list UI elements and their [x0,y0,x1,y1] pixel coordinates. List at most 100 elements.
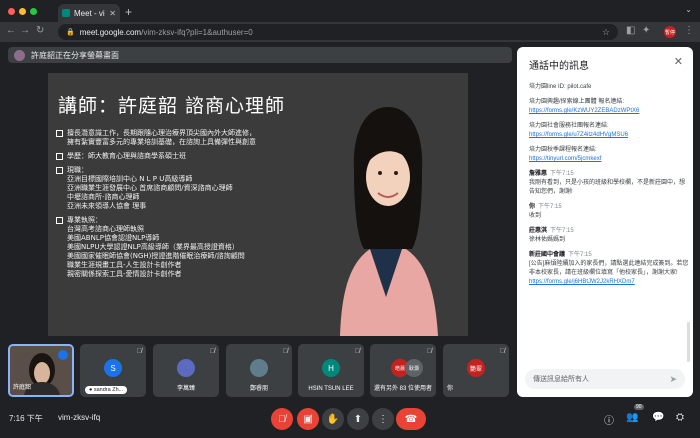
slide-bullet-list: 擅長潛意識工作，長期跟隨心理治療界頂尖國內外大師進修， 擁有紮實豐富多元的專業培訓… [56,129,321,284]
camera-off-button[interactable]: ▣̸ [297,408,319,430]
participant-name: HSIN TSUN LEE [308,386,354,392]
tab-search-icon[interactable]: ⌄ [685,5,692,14]
participant-tile-you[interactable]: 🎙̸ 艷翠 你 [443,344,509,397]
message-text: 培力園社會服務社團報名連結: [529,123,609,129]
message-time: 下午7:15 [550,228,574,234]
slide-bullet: 專業執照： 台灣高考諮商心理師執照 美國ABNLP協會認證NLP導師 美國NLPU… [56,216,321,279]
bookmark-star-icon[interactable]: ☆ [602,27,610,38]
maximize-window-button[interactable] [30,8,37,15]
message-text: 徐林佑媽媽到 [529,237,566,243]
speaking-indicator-icon [58,350,68,360]
browser-toolbar: ← → ↻ 🔒 meet.google.com /vim-zksv-ifq?pl… [0,22,700,42]
participant-tile[interactable]: 🎙̸ S ● sandra Zh... [80,344,146,397]
participant-name: 許庭韶 [13,385,32,391]
mic-off-icon: 🎙̸ [136,348,142,355]
bullet-text: 現職： [67,166,88,174]
send-icon[interactable]: ➤ [669,374,677,385]
message-sender: 詹雅惠 [529,171,548,177]
others-count-label: 還有另外 83 位使用者 [373,386,432,392]
browser-tab-bar: Meet - vim-zksv-ifq ✕ + ⌄ [0,0,700,22]
reload-icon[interactable]: ↻ [36,25,44,36]
extensions-puzzle-icon[interactable]: ✦ [642,25,650,36]
activities-icon[interactable]: ⛭ [676,412,684,423]
browser-tab[interactable]: Meet - vim-zksv-ifq ✕ [58,4,120,22]
mic-off-button[interactable]: 🎙̸ [271,408,293,430]
participant-count-badge: 90 [634,404,644,410]
message-link[interactable]: https://forms.gle/KzWUY2ZEBADzWPtX6 [529,107,689,116]
presenting-banner: 許庭韶正在分享螢幕畫面 [8,47,512,63]
present-now-button[interactable]: ⬆ [347,408,369,430]
mic-off-icon: 🎙̸ [426,348,432,355]
chat-message: 培力園興趣/探索線上團體 報名連結: https://forms.gle/KzWU… [529,98,689,116]
others-tile[interactable]: 🎙̸ 皓晨 耿灝 還有另外 83 位使用者 [370,344,436,397]
current-time: 7:16 下午 [9,414,43,423]
bullet-box-icon [56,130,63,137]
slide-bullet: 學歷：師大教育心理與諮商學系碩士班 [56,152,321,161]
more-options-button[interactable]: ⋮ [372,408,394,430]
participant-tile[interactable]: 🎙̸ 鄭睿朋 [226,344,292,397]
new-tab-button[interactable]: + [125,5,132,19]
message-time: 下午7:15 [538,204,562,210]
bullet-subtext: 台灣高考諮商心理師執照 美國ABNLP協會認證NLP導師 美國NLPU大學認證N… [67,225,245,278]
close-tab-icon[interactable]: ✕ [109,9,116,18]
meeting-control-bar: 7:16 下午 vim-zksv-ifq 🎙̸ ▣̸ ✋ ⬆ ⋮ ☎ ⓘ 👥 9… [0,403,700,438]
message-time: 下午7:15 [550,171,574,177]
chat-message: 新莊國中會議 下午7:15 [公告]麻煩陸續加入的家長們，請點選此連結完成簽到。若您… [529,251,689,287]
participant-avatar: 艷翠 [467,359,485,377]
chat-message: 培力園line ID: pilot.cafe [529,83,689,92]
tab-title: Meet - vim-zksv-ifq [74,8,105,18]
bullet-box-icon [56,217,63,224]
bullet-box-icon [56,167,63,174]
message-text: 培力園秋季課程報名連結: [529,147,597,153]
participant-tile[interactable]: 🎙̸ 李萬臻 [153,344,219,397]
lock-icon: 🔒 [66,29,75,36]
chat-message: 詹雅惠 下午7:15 我剛有看到，只是小孩的班級和學校欄，不是新莊園中，想告知您們，… [529,170,689,197]
meeting-code: vim-zksv-ifq [58,413,101,422]
chat-message: 莊惠淇 下午7:15 徐林佑媽媽到 [529,227,689,245]
participant-tile-self-presenter[interactable]: 許庭韶 [8,344,74,397]
bullet-text: 專業執照： [67,216,102,224]
browser-menu-icon[interactable]: ⋮ [684,25,694,36]
chat-message: 培力園秋季課程報名連結: https://tinyurl.com/5jcmkexf [529,146,689,164]
people-icon[interactable]: 👥 [626,412,638,423]
extension-icon[interactable]: ◧ [626,25,635,36]
message-link[interactable]: https://forms.gle/j6HBtJW2J2kRHXDm7 [529,278,689,287]
close-icon[interactable]: ✕ [674,55,683,68]
shared-screen-slide: 講師：許庭韶 諮商心理師 擅長潛意識工作，長期跟隨心理治療界頂尖國內外大師進修，… [48,73,468,336]
raise-hand-button[interactable]: ✋ [322,408,344,430]
message-sender: 莊惠淇 [529,228,548,234]
address-bar[interactable]: 🔒 meet.google.com /vim-zksv-ifq?pli=1&au… [58,24,618,40]
leave-call-button[interactable]: ☎ [396,408,426,430]
slide-bullet: 現職： 亞洲目標國際培訓中心 N L P U高級導師 亞洲職業生涯發展中心 首席諮… [56,166,321,211]
message-link[interactable]: https://forms.gle/u7Z4itz4dHVgMSU6 [529,131,689,140]
message-text: [公告]麻煩陸續加入的家長們，請點選此連結完成簽到。若您非本校家長，請在班級欄位… [529,261,689,276]
message-time: 下午7:15 [568,252,592,258]
chat-input-placeholder: 傳送訊息給所有人 [533,376,589,383]
chat-message: 你下午7:15 收到 [529,203,689,221]
participant-avatar: S [104,359,122,377]
meet-favicon-icon [62,9,70,17]
chat-message-list: 培力園line ID: pilot.cafe 培力園興趣/探索線上團體 報名連結:… [529,83,689,293]
mic-off-icon: 🎙̸ [499,348,505,355]
message-text: 我剛有看到，只是小孩的班級和學校欄，不是新莊園中，想告知您們，謝謝! [529,180,686,195]
in-call-messages-panel: 通話中的訊息 ✕ 培力園line ID: pilot.cafe 培力園興趣/探索線… [517,47,693,397]
participant-name: 你 [447,386,454,392]
bullet-text: 擅長潛意識工作，長期跟隨心理治療界頂尖國內外大師進修， [67,129,256,137]
url-path: /vim-zksv-ifq?pli=1&authuser=0 [141,27,253,37]
bullet-box-icon [56,153,63,160]
chat-icon[interactable]: 💬 [652,412,664,423]
forward-icon[interactable]: → [20,25,30,36]
chat-header: 通話中的訊息 [529,61,589,72]
profile-avatar[interactable]: 暫停 [664,26,676,38]
participant-tile[interactable]: 🎙̸ H HSIN TSUN LEE [298,344,364,397]
participant-avatar [250,359,268,377]
close-window-button[interactable] [8,8,15,15]
back-icon[interactable]: ← [6,25,16,36]
participant-avatar [177,359,195,377]
message-link[interactable]: https://tinyurl.com/5jcmkexf [529,155,689,164]
bullet-subtext: 擁有紮實豐富多元的專業培訓基礎，在諮詢上具備彈性與創意 [67,138,256,146]
chat-scrollbar[interactable] [687,322,690,362]
meeting-details-icon[interactable]: ⓘ [604,412,614,427]
minimize-window-button[interactable] [19,8,26,15]
chat-input[interactable]: 傳送訊息給所有人 ➤ [525,369,685,389]
